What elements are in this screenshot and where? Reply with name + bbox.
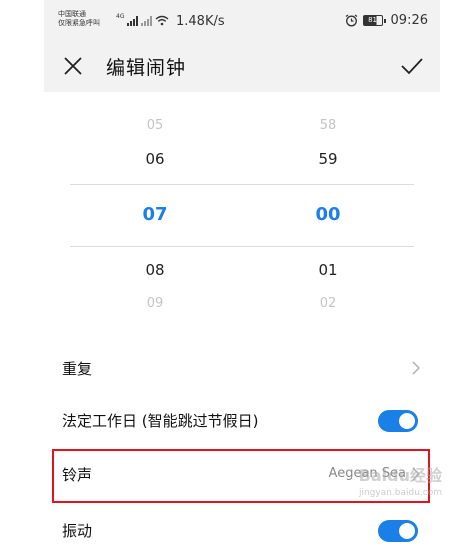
time-picker[interactable]: 05 06 07 08 09 58 59 00 01 02	[70, 110, 414, 320]
ringtone-label: 铃声	[62, 466, 93, 484]
check-icon[interactable]	[400, 55, 424, 77]
vibrate-toggle[interactable]	[378, 520, 418, 542]
chevron-right-icon	[412, 361, 420, 375]
carrier-info: 中国联通 仅限紧急呼叫	[58, 10, 100, 28]
selected-minute[interactable]: 00	[298, 204, 358, 225]
chevron-right-icon	[412, 467, 420, 481]
wifi-icon	[156, 15, 169, 26]
repeat-label: 重复	[62, 360, 93, 378]
status-bar: 中国联通 仅限紧急呼叫 4G 1.48K/s 81 09:26	[44, 0, 440, 40]
picker-divider-bottom	[70, 246, 414, 247]
selected-hour[interactable]: 07	[125, 204, 185, 225]
page-title: 编辑闹钟	[106, 57, 187, 79]
title-bar: 编辑闹钟	[44, 40, 440, 92]
hour-wheel[interactable]: 05 06 07 08 09	[125, 110, 185, 320]
minute-option[interactable]: 01	[298, 261, 358, 279]
workday-row[interactable]: 法定工作日 (智能跳过节假日)	[44, 394, 440, 446]
ringtone-value: Aegean Sea	[328, 466, 406, 481]
ringtone-row[interactable]: 铃声 Aegean Sea	[44, 448, 440, 500]
network-type-tag: 4G	[116, 13, 125, 20]
minute-option[interactable]: 02	[298, 296, 358, 311]
minute-option[interactable]: 59	[298, 150, 358, 168]
repeat-row[interactable]: 重复	[44, 342, 440, 394]
vibrate-row[interactable]: 振动	[44, 504, 440, 556]
hour-option[interactable]: 09	[125, 296, 185, 311]
workday-label: 法定工作日 (智能跳过节假日)	[62, 412, 259, 430]
hour-option[interactable]: 05	[125, 118, 185, 133]
battery-level: 81	[362, 15, 383, 26]
alarm-clock-icon	[345, 14, 357, 27]
network-speed: 1.48K/s	[176, 14, 225, 29]
vibrate-label: 振动	[62, 522, 93, 540]
signal-cluster: 4G	[116, 14, 169, 26]
hour-option[interactable]: 06	[125, 150, 185, 168]
picker-divider-top	[70, 184, 414, 185]
signal-icon	[127, 16, 139, 26]
hour-option[interactable]: 08	[125, 261, 185, 279]
close-icon[interactable]	[62, 55, 84, 77]
minute-option[interactable]: 58	[298, 118, 358, 133]
emergency-only-text: 仅限紧急呼叫	[58, 19, 100, 27]
carrier-name: 中国联通	[58, 10, 86, 18]
minute-wheel[interactable]: 58 59 00 01 02	[298, 110, 358, 320]
clock-time: 09:26	[390, 13, 428, 28]
no-signal-icon	[141, 16, 153, 26]
workday-toggle[interactable]	[378, 410, 418, 432]
battery-icon: 81	[362, 15, 386, 26]
status-right: 81 09:26	[345, 13, 428, 28]
